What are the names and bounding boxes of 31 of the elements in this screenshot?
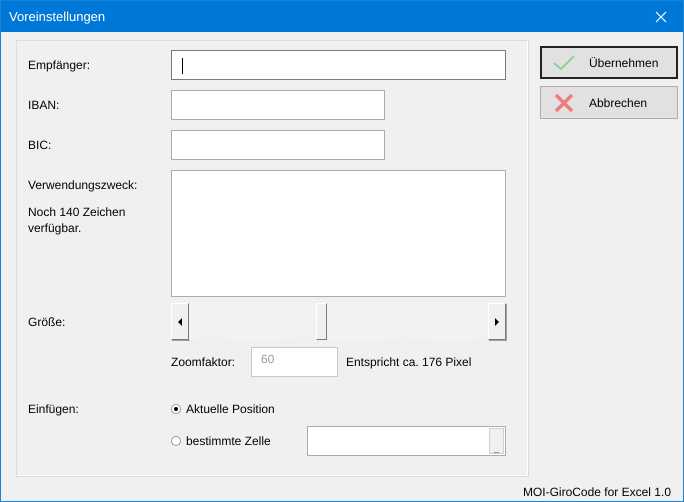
- radio-label[interactable]: Aktuelle Position: [186, 402, 275, 416]
- right-arrow-icon: [495, 318, 499, 326]
- slider-thumb[interactable]: [316, 303, 327, 340]
- scroll-left-button[interactable]: [171, 303, 189, 340]
- scroll-right-button[interactable]: [488, 303, 506, 340]
- field-label: Zoomfaktor:: [171, 355, 236, 369]
- window-title: Voreinstellungen: [9, 9, 106, 24]
- left-arrow-icon: [178, 318, 182, 326]
- field-label: Einfügen:: [28, 402, 80, 416]
- radio-circle[interactable]: [171, 404, 181, 414]
- close-icon[interactable]: [655, 10, 667, 22]
- check-icon: [553, 54, 575, 70]
- field-label: Größe:: [28, 314, 66, 328]
- radio-label[interactable]: bestimmte Zelle: [186, 434, 307, 448]
- input-field[interactable]: [171, 130, 385, 160]
- cell-picker-button[interactable]: _: [489, 428, 504, 454]
- radio-circle[interactable]: [171, 436, 181, 446]
- cell-field[interactable]: _: [307, 426, 506, 456]
- character-count: Noch 140 Zeichen verfügbar.: [28, 204, 126, 236]
- field-label: Empfänger:: [28, 58, 92, 72]
- text-area[interactable]: [171, 170, 506, 297]
- input-field[interactable]: [171, 50, 506, 80]
- cross-icon: [553, 92, 575, 112]
- input-field[interactable]: [171, 90, 385, 120]
- cancel-button[interactable]: Abbrechen: [540, 86, 678, 119]
- field-label: IBAN:: [28, 98, 60, 112]
- field-label: Verwendungszweck:: [28, 178, 138, 192]
- field-label: BIC:: [28, 138, 52, 152]
- version-label: MOI-GiroCode for Excel 1.0: [522, 485, 671, 499]
- apply-button[interactable]: Übernehmen: [540, 46, 678, 79]
- pixel-note: Entspricht ca. 176 Pixel: [346, 355, 472, 369]
